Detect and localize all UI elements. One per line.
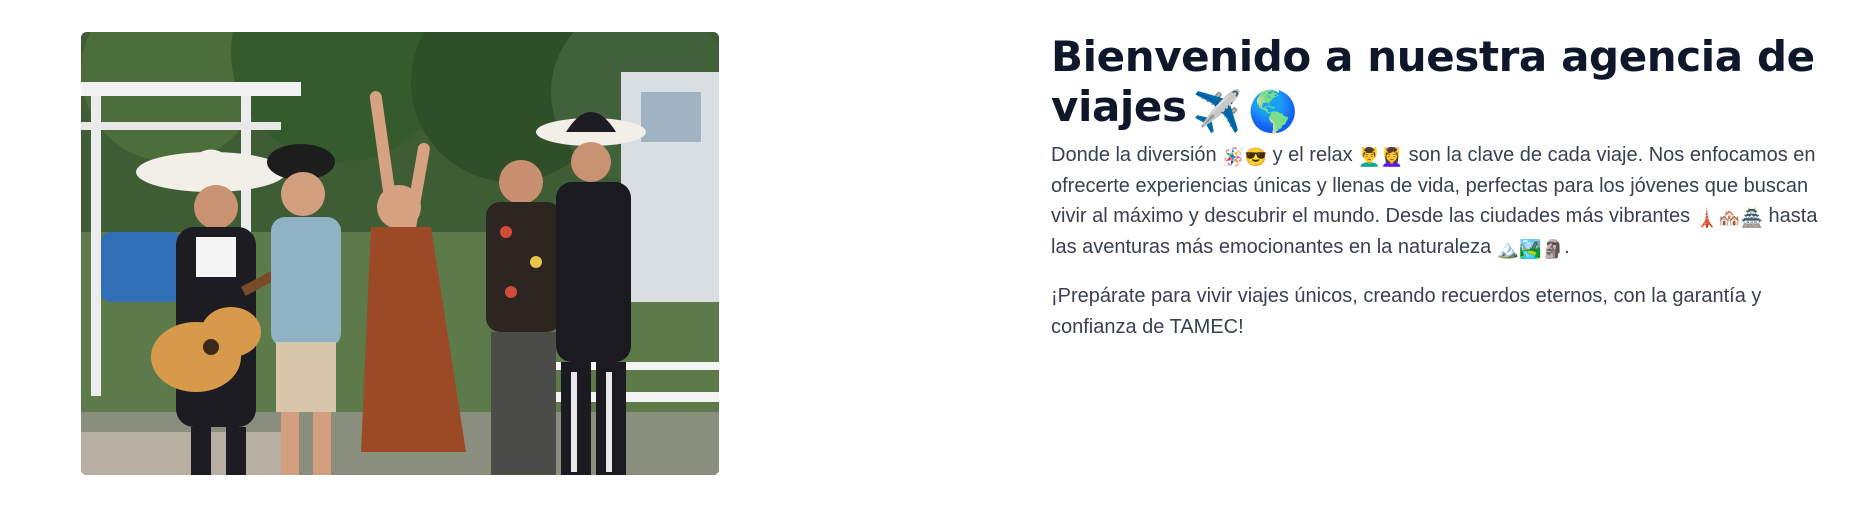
relax-icons: 💆‍♂️💆‍♀️ [1358,147,1404,167]
intro-text-2: y el relax [1267,144,1359,166]
welcome-content: Bienvenido a nuestra agencia de viajes ✈️… [1051,32,1841,342]
city-icons: 🗼🏘️🏯 [1695,208,1763,228]
airplane-icon: ✈️ [1192,89,1243,135]
fun-icons: 🪅😎 [1222,147,1268,167]
closing-paragraph: ¡Prepárate para vivir viajes únicos, cre… [1051,285,1762,338]
mariachi-party-image [81,32,719,475]
intro-text-5: . [1564,235,1570,258]
page-title: Bienvenido a nuestra agencia de viajes ✈️… [1051,32,1841,132]
intro-text-1: Donde la diversión [1051,144,1223,166]
globe-icon: 🌎 [1248,89,1298,135]
title-text: Bienvenido a nuestra agencia de viajes [1051,32,1815,131]
intro-paragraph: Donde la diversión 🪅😎 y el relax 💆‍♂️💆‍♀… [1051,140,1841,262]
welcome-section: Bienvenido a nuestra agencia de viajes ✈️… [0,0,1861,518]
nature-icons: 🏔️🏞️🗿 [1496,238,1565,259]
hero-photo [81,32,719,475]
